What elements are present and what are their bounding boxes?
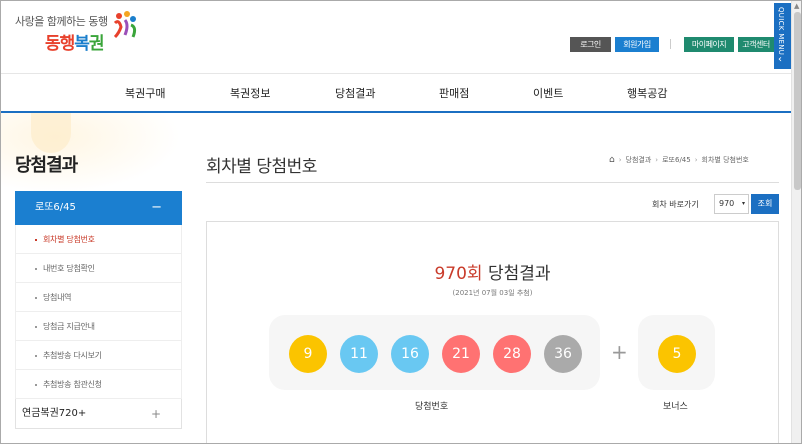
- logo-slogan: 사랑을 함께하는 동행: [15, 15, 108, 28]
- lotto-ball: 11: [340, 335, 378, 373]
- page-scrollbar[interactable]: ▲: [791, 1, 801, 443]
- breadcrumb: ⌂ › 당첨결과 › 로또6/45 › 회차별 당첨번호: [609, 155, 749, 165]
- title-divider: [206, 182, 779, 183]
- winning-numbers-label: 당첨번호: [415, 402, 449, 412]
- bonus-ball: 5: [658, 335, 696, 373]
- breadcrumb-current: 회차별 당첨번호: [701, 156, 749, 164]
- nav-item-community[interactable]: 행복공감: [627, 85, 667, 101]
- customer-center-button[interactable]: 고객센터: [738, 37, 774, 52]
- sidebar-title: 당첨결과: [15, 155, 78, 176]
- breadcrumb-item[interactable]: 당첨결과: [626, 156, 652, 164]
- sidebar-menu: 로또6/45 − 회차별 당첨번호 내번호 당첨확인 당첨내역 당첨금 지급안내…: [15, 191, 182, 429]
- result-panel: 970회 당첨결과 (2021년 07월 03일 추첨) 9 11 16 21 …: [206, 221, 779, 443]
- logo-people-icon: [113, 11, 137, 39]
- logo-brand-part1: 동행: [45, 34, 75, 54]
- plus-icon: +: [611, 340, 628, 364]
- lotto-ball: 16: [391, 335, 429, 373]
- sidebar-item-round-numbers[interactable]: 회차별 당첨번호: [15, 225, 182, 254]
- lotto-ball: 36: [544, 335, 582, 373]
- nav-item-stores[interactable]: 판매점: [439, 85, 469, 101]
- breadcrumb-separator: ›: [655, 156, 659, 164]
- expand-icon[interactable]: +: [151, 399, 161, 429]
- chevron-left-icon: ‹: [778, 54, 782, 65]
- chevron-down-icon: ▾: [741, 200, 745, 207]
- sidebar-item-label: 당첨내역: [43, 293, 72, 302]
- signup-button[interactable]: 회원가입: [615, 37, 659, 52]
- nav-item-buy[interactable]: 복권구매: [125, 85, 165, 101]
- lotto-ball: 28: [493, 335, 531, 373]
- bonus-label: 보너스: [663, 402, 688, 412]
- sidebar-group-lotto645[interactable]: 로또6/45 −: [15, 191, 182, 225]
- draw-date: (2021년 07월 03일 추첨): [452, 289, 533, 297]
- sidebar-item-label: 당첨금 지급안내: [43, 322, 95, 331]
- round-goto-label: 회차 바로가기: [652, 200, 699, 209]
- result-title: 970회 당첨결과: [207, 259, 778, 284]
- logo-brand: 동행복권: [45, 29, 105, 54]
- sidebar-item-win-history[interactable]: 당첨내역: [15, 283, 182, 312]
- nav-item-results[interactable]: 당첨결과: [335, 85, 375, 101]
- breadcrumb-separator: ›: [694, 156, 698, 164]
- quick-menu-tab[interactable]: QUICK MENU ‹: [774, 3, 791, 69]
- scroll-thumb[interactable]: [794, 12, 801, 190]
- site-header: 사랑을 함께하는 동행 동행복권 로그인 회원가입 마이페이지 고객센터 QUI…: [1, 1, 791, 73]
- mypage-button[interactable]: 마이페이지: [684, 37, 734, 52]
- page-title: 회차별 당첨번호: [206, 157, 317, 177]
- sidebar-item-label: 회차별 당첨번호: [43, 235, 95, 244]
- result-round: 970회: [434, 264, 483, 284]
- breadcrumb-separator: ›: [618, 156, 622, 164]
- sidebar-group-pension720[interactable]: 연금복권720+ +: [15, 399, 182, 429]
- scroll-up-arrow-icon[interactable]: ▲: [794, 2, 799, 10]
- result-title-suffix: 당첨결과: [482, 264, 551, 284]
- sidebar-item-payout-guide[interactable]: 당첨금 지급안내: [15, 312, 182, 341]
- home-icon[interactable]: ⌂: [609, 155, 615, 165]
- nav-item-info[interactable]: 복권정보: [230, 85, 270, 101]
- round-select-value: 970: [719, 199, 735, 208]
- logo-brand-part2: 복: [74, 34, 90, 54]
- site-logo[interactable]: 사랑을 함께하는 동행 동행복권: [15, 11, 137, 54]
- collapse-icon[interactable]: −: [151, 191, 162, 225]
- logo-brand-part3: 권: [88, 34, 105, 54]
- sidebar-item-attend[interactable]: 추첨방송 참관신청: [15, 370, 182, 399]
- utility-divider: [670, 39, 671, 49]
- login-button[interactable]: 로그인: [570, 37, 611, 52]
- lotto-ball: 9: [289, 335, 327, 373]
- sidebar-item-replay[interactable]: 추첨방송 다시보기: [15, 341, 182, 370]
- sidebar-item-label: 추첨방송 다시보기: [43, 351, 102, 360]
- sidebar-item-check-numbers[interactable]: 내번호 당첨확인: [15, 254, 182, 283]
- main-nav: 복권구매 복권정보 당첨결과 판매점 이벤트 행복공감: [1, 73, 791, 113]
- lookup-button[interactable]: 조회: [751, 194, 779, 214]
- sidebar-group-label: 연금복권720+: [22, 408, 87, 419]
- decorative-shape: [31, 113, 71, 153]
- quick-menu-label: QUICK MENU: [777, 7, 785, 56]
- browser-frame: 사랑을 함께하는 동행 동행복권 로그인 회원가입 마이페이지 고객센터 QUI…: [0, 0, 802, 444]
- sidebar-item-label: 추첨방송 참관신청: [43, 380, 102, 389]
- sidebar-group-label: 로또6/45: [35, 202, 76, 213]
- lotto-ball: 21: [442, 335, 480, 373]
- nav-item-events[interactable]: 이벤트: [533, 85, 563, 101]
- breadcrumb-item[interactable]: 로또6/45: [662, 156, 691, 164]
- sidebar-item-label: 내번호 당첨확인: [43, 264, 95, 273]
- round-select[interactable]: 970 ▾: [714, 194, 749, 214]
